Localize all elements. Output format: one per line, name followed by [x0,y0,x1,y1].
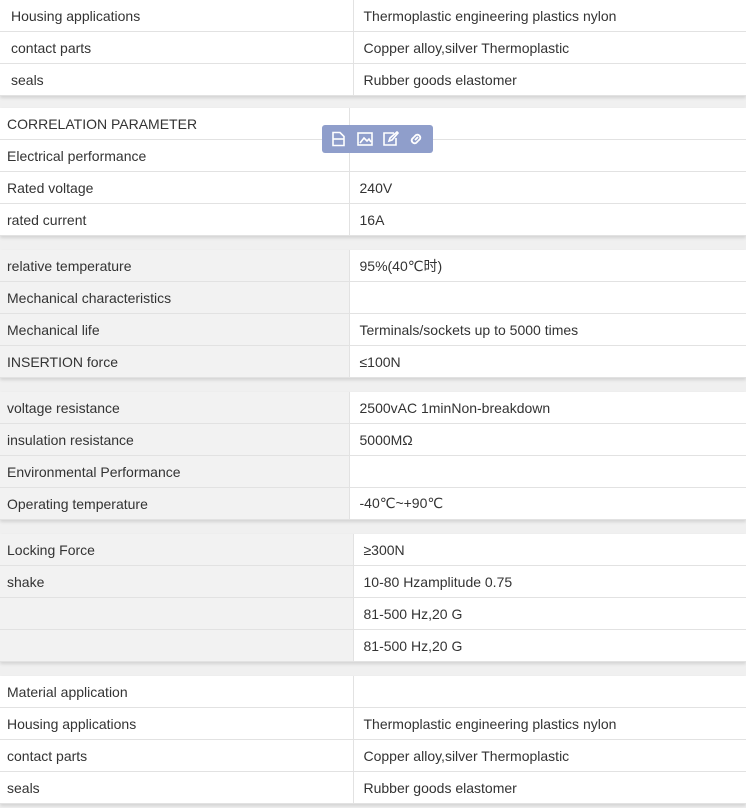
param-name: Housing applications [0,707,354,740]
param-name: insulation resistance [0,423,350,456]
param-value: 16A [348,203,746,236]
param-name: Locking Force [0,534,354,566]
param-value [348,455,746,488]
floating-toolbar [322,125,433,153]
param-name: contact parts [0,31,354,64]
param-value: Thermoplastic engineering plastics nylon [352,707,746,740]
param-name: relative temperature [0,250,350,282]
table-row: seals Rubber goods elastomer [0,63,746,96]
param-name: Mechanical characteristics [0,281,350,314]
param-value: 81-500 Hz,20 G [352,629,746,662]
table-row: Housing applications Thermoplastic engin… [0,707,746,740]
param-value: 81-500 Hz,20 G [352,597,746,630]
param-value: 5000MΩ [348,423,746,456]
table-row: voltage resistance 2500vAC 1minNon-break… [0,392,746,424]
param-name: Electrical performance [0,139,350,172]
param-name: Material application [0,676,354,708]
table-row: 81-500 Hz,20 G [0,629,746,662]
param-name [0,629,354,662]
param-value: Thermoplastic engineering plastics nylon [352,0,746,32]
table-row: seals Rubber goods elastomer [0,771,746,804]
param-value: Rubber goods elastomer [352,771,746,804]
table-row: rated current 16A [0,203,746,236]
param-name: Rated voltage [0,171,350,204]
param-name: shake [0,565,354,598]
param-value: Copper alloy,silver Thermoplastic [352,31,746,64]
table-row: Mechanical characteristics [0,281,746,314]
param-name: contact parts [0,739,354,772]
link-icon[interactable] [406,129,426,149]
param-name: voltage resistance [0,392,350,424]
spec-table-materials-bottom: Material application Housing application… [0,676,746,804]
param-name: INSERTION force [0,345,350,378]
param-value: Terminals/sockets up to 5000 times [348,313,746,346]
param-name: Environmental Performance [0,455,350,488]
table-row: relative temperature 95%(40℃时) [0,250,746,282]
param-value: 240V [348,171,746,204]
spec-table-mechanical: relative temperature 95%(40℃时) Mechanica… [0,250,746,378]
table-row: contact parts Copper alloy,silver Thermo… [0,739,746,772]
table-row: shake 10-80 Hzamplitude 0.75 [0,565,746,598]
table-row: 81-500 Hz,20 G [0,597,746,630]
spec-table-materials-top: Housing applications Thermoplastic engin… [0,0,746,96]
spec-table-environmental: voltage resistance 2500vAC 1minNon-break… [0,392,746,520]
file-icon[interactable] [329,129,349,149]
table-row: contact parts Copper alloy,silver Thermo… [0,31,746,64]
image-icon[interactable] [355,129,375,149]
param-value: -40℃~+90℃ [348,487,746,520]
param-value: ≤100N [348,345,746,378]
param-value [348,281,746,314]
param-value: 95%(40℃时) [348,250,746,282]
param-name [0,597,354,630]
param-name: seals [0,771,354,804]
param-name: Housing applications [0,0,354,32]
table-row: Rated voltage 240V [0,171,746,204]
spec-table-locking: Locking Force ≥300N shake 10-80 Hzamplit… [0,534,746,662]
table-row: Locking Force ≥300N [0,534,746,566]
table-row: Environmental Performance [0,455,746,488]
param-name: Mechanical life [0,313,350,346]
table-row: Operating temperature -40℃~+90℃ [0,487,746,520]
table-row: Mechanical life Terminals/sockets up to … [0,313,746,346]
param-value: Copper alloy,silver Thermoplastic [352,739,746,772]
table-row: insulation resistance 5000MΩ [0,423,746,456]
param-value: Rubber goods elastomer [352,63,746,96]
param-name: Operating temperature [0,487,350,520]
param-value: 10-80 Hzamplitude 0.75 [352,565,746,598]
table-row: Material application [0,676,746,708]
param-name: seals [0,63,354,96]
param-value: 2500vAC 1minNon-breakdown [348,392,746,424]
table-row: Housing applications Thermoplastic engin… [0,0,746,32]
param-name: rated current [0,203,350,236]
table-row: INSERTION force ≤100N [0,345,746,378]
param-value [352,676,746,708]
param-value: ≥300N [352,534,746,566]
edit-icon[interactable] [380,129,400,149]
param-name: CORRELATION PARAMETER [0,108,350,140]
